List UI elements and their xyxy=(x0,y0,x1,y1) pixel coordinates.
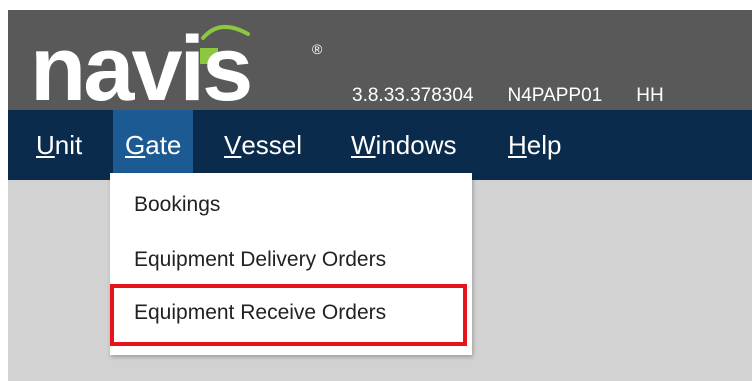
menu-unit-mnemonic: U xyxy=(36,129,55,160)
menu-vessel[interactable]: Vessel xyxy=(212,110,314,180)
menu-vessel-label: essel xyxy=(241,129,303,160)
dropdown-item-equipment-receive-orders[interactable]: Equipment Receive Orders xyxy=(110,287,472,339)
menu-bar: Unit Gate Vessel Windows Help xyxy=(8,110,752,180)
menu-gate[interactable]: Gate xyxy=(113,110,194,180)
dropdown-item-label: Equipment Receive Orders xyxy=(134,301,387,324)
version-label: 3.8.33.378304 xyxy=(352,85,474,106)
menu-unit[interactable]: Unit xyxy=(24,110,94,180)
menu-help-label: elp xyxy=(526,129,562,160)
header-extra-label: HH xyxy=(636,85,664,106)
header-info: 3.8.33.378304 N4PAPP01 HH xyxy=(352,82,698,110)
menu-vessel-mnemonic: V xyxy=(224,129,242,160)
gate-dropdown-menu: Bookings Equipment Delivery Orders Equip… xyxy=(110,173,472,355)
menu-windows-label: indows xyxy=(375,129,457,160)
dropdown-item-label: Bookings xyxy=(134,193,221,216)
dropdown-item-equipment-delivery-orders[interactable]: Equipment Delivery Orders xyxy=(110,234,472,286)
server-label: N4PAPP01 xyxy=(507,85,603,106)
dropdown-item-label: Equipment Delivery Orders xyxy=(134,248,387,271)
menu-help[interactable]: Help xyxy=(496,110,573,180)
menu-gate-label: ate xyxy=(145,129,182,160)
dropdown-item-bookings[interactable]: Bookings xyxy=(110,179,472,231)
app-header: navis ® 3.8.33.378304 N4PAPP01 HH xyxy=(8,10,752,110)
menu-help-mnemonic: H xyxy=(508,129,527,160)
menu-gate-mnemonic: G xyxy=(125,129,146,160)
menu-windows[interactable]: Windows xyxy=(339,110,468,180)
menu-windows-mnemonic: W xyxy=(351,129,376,160)
navis-logo: navis ® xyxy=(30,20,323,108)
menu-unit-label: nit xyxy=(54,129,83,160)
svg-text:navis: navis xyxy=(30,20,250,108)
svg-text:®: ® xyxy=(312,41,323,57)
app-window: navis ® 3.8.33.378304 N4PAPP01 HH Unit G… xyxy=(8,10,752,381)
